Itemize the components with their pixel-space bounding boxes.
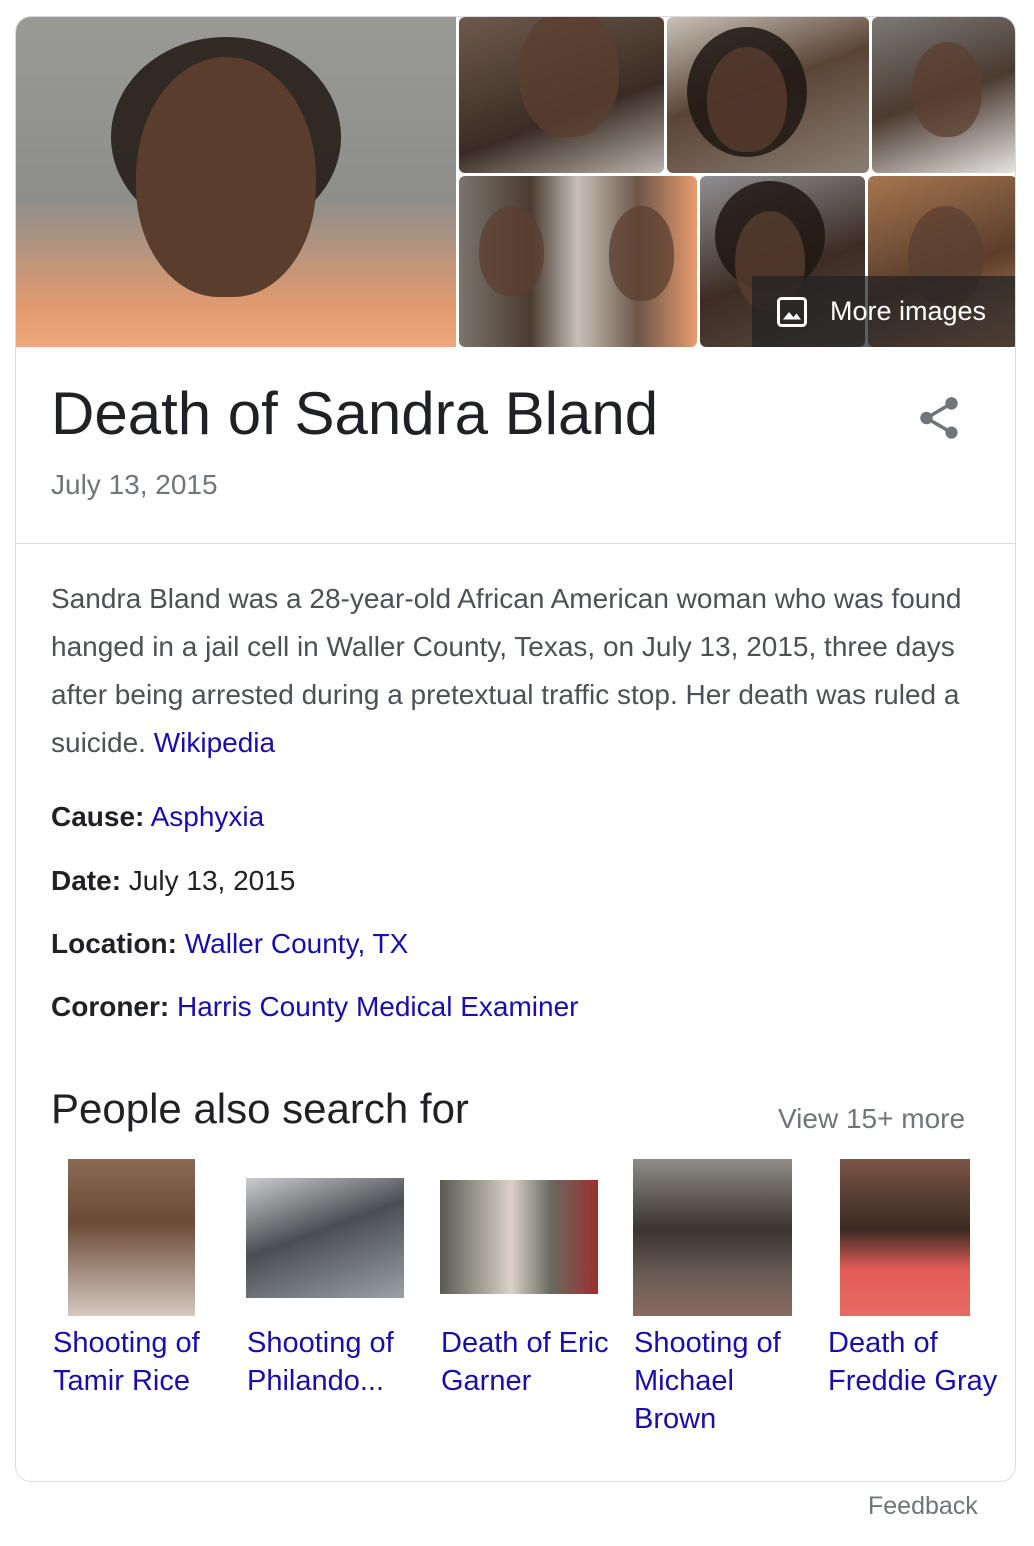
fact-label: Date: (51, 865, 122, 896)
fact-coroner: Coroner: Harris County Medical Examiner (51, 991, 578, 1023)
related-item-name[interactable]: Shooting of Michael Brown (634, 1324, 809, 1438)
gallery-photo-4[interactable] (459, 176, 697, 347)
more-images-label: More images (830, 296, 987, 326)
knowledge-panel: More images Death of Sandra Bland July 1… (15, 16, 1016, 1482)
fact-label: Coroner: (51, 991, 170, 1022)
fact-date: Date: July 13, 2015 (51, 865, 295, 897)
related-item-michael-brown[interactable]: Shooting of Michael Brown (632, 1157, 807, 1435)
entity-title: Death of Sandra Bland (51, 380, 659, 447)
fact-cause: Cause: Asphyxia (51, 801, 264, 833)
related-item-tamir-rice[interactable]: Shooting of Tamir Rice (51, 1157, 226, 1397)
share-button[interactable] (914, 393, 964, 443)
entity-subtitle: July 13, 2015 (51, 469, 218, 500)
wikipedia-link[interactable]: Wikipedia (154, 727, 275, 758)
fact-value: July 13, 2015 (128, 865, 296, 896)
more-images-button[interactable]: More images (752, 276, 1015, 347)
entity-description: Sandra Bland was a 28-year-old African A… (51, 575, 976, 767)
view-more-link[interactable]: View 15+ more (778, 1103, 965, 1135)
section-divider (16, 543, 1015, 544)
fact-label: Cause: (51, 801, 145, 832)
related-item-philando[interactable]: Shooting of Philando... (245, 1157, 420, 1397)
related-item-name[interactable]: Death of Freddie Gray (828, 1324, 1003, 1400)
related-item-eric-garner[interactable]: Death of Eric Garner (439, 1157, 614, 1397)
related-item-name[interactable]: Shooting of Tamir Rice (53, 1324, 228, 1400)
related-thumbnail[interactable] (439, 1157, 614, 1317)
feedback-link[interactable]: Feedback (868, 1492, 978, 1521)
fact-value-link[interactable]: Waller County, TX (185, 928, 409, 959)
fact-value-link[interactable]: Harris County Medical Examiner (177, 991, 578, 1022)
main-photo[interactable] (16, 17, 456, 347)
related-item-name[interactable]: Death of Eric Garner (441, 1324, 616, 1400)
related-thumbnail[interactable] (826, 1157, 1001, 1317)
related-thumbnail[interactable] (51, 1157, 226, 1317)
fact-label: Location: (51, 928, 177, 959)
related-item-name[interactable]: Shooting of Philando... (247, 1324, 422, 1400)
related-item-freddie-gray[interactable]: Death of Freddie Gray (826, 1157, 1001, 1397)
fact-value-link[interactable]: Asphyxia (151, 801, 265, 832)
share-icon (920, 397, 958, 439)
related-thumbnail[interactable] (245, 1157, 420, 1317)
people-also-search-title: People also search for (51, 1085, 469, 1132)
gallery-photo-2[interactable] (667, 17, 869, 173)
fact-location: Location: Waller County, TX (51, 928, 408, 960)
related-thumbnail[interactable] (632, 1157, 807, 1317)
gallery-photo-3[interactable] (872, 17, 1015, 173)
image-icon (777, 296, 807, 327)
gallery-photo-1[interactable] (459, 17, 664, 173)
